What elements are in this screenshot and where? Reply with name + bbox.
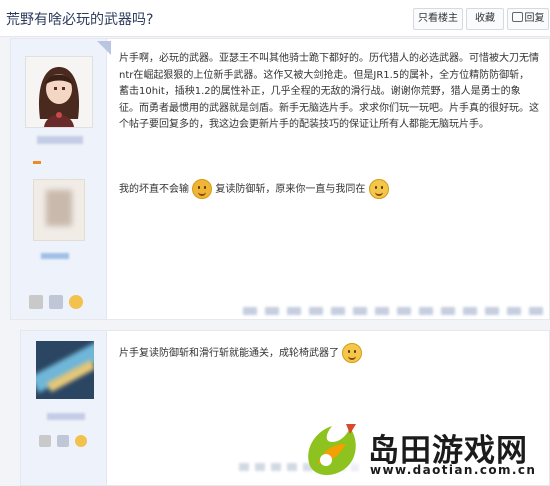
author-name[interactable] [47, 413, 85, 420]
reply-button[interactable]: 回复 [507, 8, 549, 30]
avatar-image [26, 57, 92, 127]
author-name[interactable] [37, 136, 83, 144]
medal-icon [29, 295, 43, 309]
floor-corner-icon [97, 41, 111, 55]
avatar[interactable] [36, 341, 94, 399]
author-sidebar [11, 39, 111, 319]
medal-icon [69, 295, 83, 309]
smile-face-emoji-icon [368, 179, 389, 199]
medal-icon [57, 435, 69, 447]
site-logo-icon [300, 420, 362, 484]
thread-title: 荒野有啥必玩的武器吗? [6, 12, 154, 28]
medal-icon [75, 435, 87, 447]
reply-button-label: 回复 [524, 13, 545, 24]
author-sidebar [21, 331, 107, 485]
medal-icon [39, 435, 51, 447]
user-badge [33, 179, 85, 241]
favorite-button[interactable]: 收藏 [466, 8, 504, 30]
post-first: 片手啊，必玩的武器。亚瑟王不叫其他骑士跪下都好的。历代猎人的必选武器。可惜被大刀… [10, 38, 550, 320]
post-text: 片手复读防御斩和滑行斩就能通关，成轮椅武器了 [119, 348, 339, 359]
smile-face-emoji-icon [342, 343, 363, 363]
thread-header: 荒野有啥必玩的武器吗? 只看楼主 收藏 回复 [0, 0, 550, 37]
post-meta-bar [243, 307, 543, 315]
angry-face-emoji-icon [192, 179, 213, 199]
post-text: 我的坏直不会输 [119, 184, 189, 195]
post-text: 复读防御斩，原来你一直与我同在 [215, 184, 366, 195]
avatar[interactable] [25, 56, 93, 128]
level-bar [33, 161, 41, 164]
watermark-url: www.daotian.com.cn [370, 463, 537, 477]
level-label [41, 253, 69, 259]
reply-icon [511, 12, 523, 22]
medal-icon [49, 295, 63, 309]
post-content-line: 我的坏直不会输 复读防御斩，原来你一直与我同在 [119, 179, 519, 199]
only-op-button[interactable]: 只看楼主 [413, 8, 463, 30]
post-content: 片手复读防御斩和滑行斩就能通关，成轮椅武器了 [119, 343, 363, 363]
post-content: 片手啊，必玩的武器。亚瑟王不叫其他骑士跪下都好的。历代猎人的必选武器。可惜被大刀… [119, 53, 539, 130]
